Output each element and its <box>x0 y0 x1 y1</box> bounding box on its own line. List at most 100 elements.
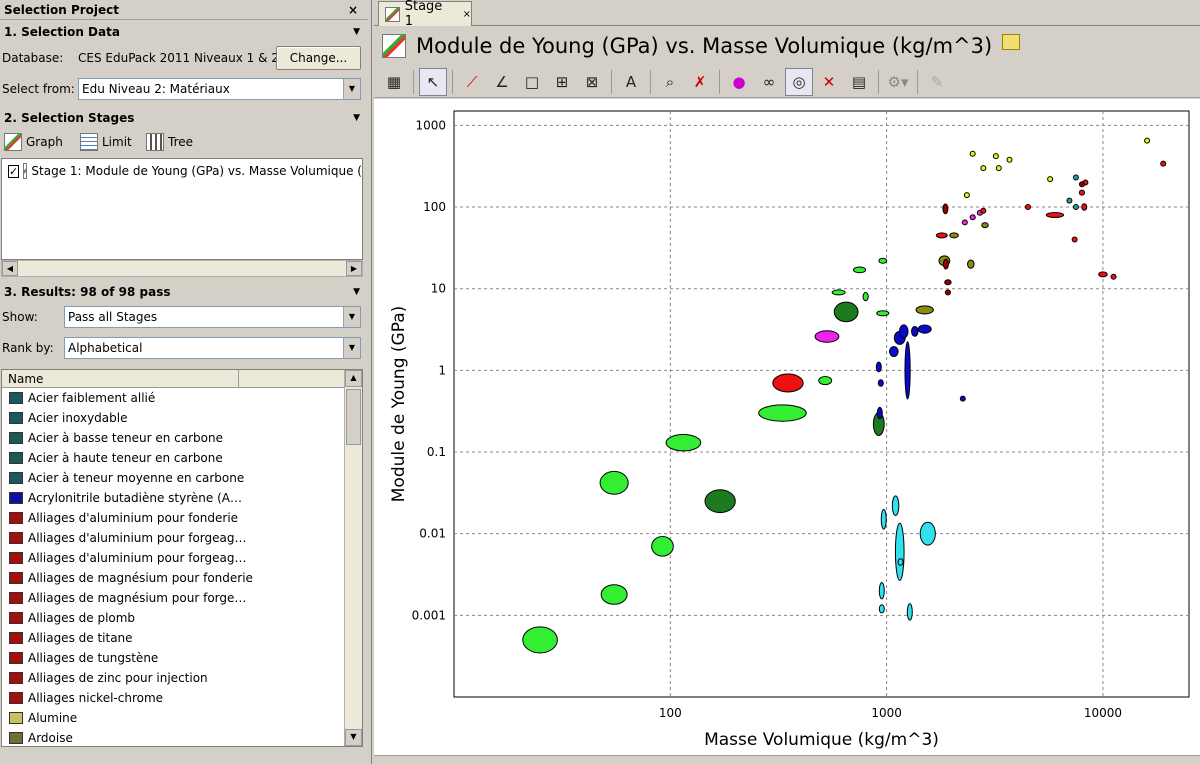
material-bubble[interactable] <box>878 604 885 614</box>
material-bubble[interactable] <box>1072 174 1079 181</box>
region-tool-icon[interactable]: ⊞ <box>548 68 576 96</box>
material-bubble[interactable] <box>1072 204 1079 211</box>
material-bubble[interactable] <box>877 379 884 387</box>
list-item[interactable]: Alliages nickel-chrome <box>2 688 342 708</box>
chevron-down-icon[interactable]: ▼ <box>343 79 360 99</box>
material-bubble[interactable] <box>880 509 887 530</box>
material-bubble[interactable] <box>915 305 934 315</box>
gradient-line-icon[interactable]: ∠ <box>488 68 516 96</box>
tab-stage-1[interactable]: Stage 1 × <box>378 0 472 29</box>
list-item[interactable]: Alliages de magnésium pour forge… <box>2 588 342 608</box>
zoom-reset-icon[interactable]: ✗ <box>686 68 714 96</box>
material-bubble[interactable] <box>758 404 807 422</box>
material-bubble[interactable] <box>875 361 882 373</box>
material-bubble[interactable] <box>772 373 804 393</box>
material-bubble[interactable] <box>949 232 959 239</box>
line-tool-icon[interactable]: ⟋ <box>458 68 486 96</box>
list-item[interactable]: Alliages de magnésium pour fonderie <box>2 568 342 588</box>
material-bubble[interactable] <box>906 603 913 621</box>
chevron-down-icon[interactable]: ▼ <box>343 338 360 358</box>
material-bubble[interactable] <box>911 325 919 337</box>
material-bubble[interactable] <box>1144 137 1151 144</box>
show-dropdown[interactable]: Pass all Stages ▼ <box>64 306 361 328</box>
material-bubble[interactable] <box>981 222 989 229</box>
rank-by-dropdown[interactable]: Alphabetical ▼ <box>64 337 361 359</box>
section-results-header[interactable]: 3. Results: 98 of 98 pass ▼ <box>0 282 368 302</box>
label-tool-icon[interactable]: A <box>617 68 645 96</box>
list-item[interactable]: Acier à haute teneur en carbone <box>2 448 342 468</box>
material-bubble[interactable] <box>833 301 859 323</box>
material-bubble[interactable] <box>894 522 905 581</box>
name-column-header[interactable]: Name <box>2 370 362 388</box>
section-selection-stages-header[interactable]: 2. Selection Stages ▼ <box>0 108 368 128</box>
material-bubble[interactable] <box>1160 160 1167 167</box>
material-bubble[interactable] <box>980 207 987 214</box>
material-bubble[interactable] <box>651 536 674 557</box>
material-bubble[interactable] <box>969 150 976 157</box>
material-bubble[interactable] <box>898 324 909 339</box>
edit-title-icon[interactable] <box>1002 34 1021 50</box>
list-item[interactable]: Ardoise <box>2 728 342 746</box>
section-selection-data-header[interactable]: 1. Selection Data ▼ <box>0 22 368 42</box>
stage-list-horizontal-scrollbar[interactable]: ◀ ▶ <box>1 260 363 277</box>
material-bubble[interactable] <box>876 310 890 317</box>
hide-failed-icon[interactable]: ✕ <box>815 68 843 96</box>
material-bubble[interactable] <box>944 289 951 296</box>
zoom-icon[interactable]: ⌕ <box>656 68 684 96</box>
material-bubble[interactable] <box>831 289 846 296</box>
list-item[interactable]: Alliages de plomb <box>2 608 342 628</box>
material-bubble[interactable] <box>1047 176 1054 183</box>
material-bubble[interactable] <box>904 341 911 400</box>
change-database-button[interactable]: Change... <box>276 46 361 70</box>
list-item[interactable]: Alliages d'aluminium pour fonderie <box>2 508 342 528</box>
close-tab-icon[interactable]: × <box>463 9 471 20</box>
color-bubbles-icon[interactable]: ● <box>725 68 753 96</box>
material-bubble[interactable] <box>917 324 932 334</box>
bubble-chart[interactable]: 100 1000 10000 1000 100 10 1 0.1 0.01 0.001 Masse … <box>374 99 1200 755</box>
material-bubble[interactable] <box>1045 211 1065 218</box>
material-bubble[interactable] <box>980 165 987 172</box>
select-pointer-icon[interactable]: ↖ <box>419 67 447 96</box>
list-item[interactable]: Alliages de tungstène <box>2 648 342 668</box>
material-bubble[interactable] <box>704 489 736 514</box>
column-divider[interactable] <box>238 370 239 388</box>
scroll-right-icon[interactable]: ▶ <box>346 261 362 276</box>
envelope-icon[interactable]: ◎ <box>785 67 813 96</box>
material-bubble[interactable] <box>878 582 885 600</box>
material-bubble[interactable] <box>919 521 936 546</box>
material-bubble[interactable] <box>967 259 975 269</box>
material-bubble[interactable] <box>1078 189 1086 196</box>
graph-stage-button[interactable]: Graph <box>4 131 63 153</box>
stage-item[interactable]: ✓ Stage 1: Module de Young (GPa) vs. Mas… <box>8 163 362 179</box>
material-bubble[interactable] <box>1078 181 1085 188</box>
material-bubble[interactable] <box>942 258 949 270</box>
material-bubble[interactable] <box>969 214 976 221</box>
box-tool-icon[interactable]: □ <box>518 68 546 96</box>
list-item[interactable]: Acier à basse teneur en carbone <box>2 428 342 448</box>
chart-properties-icon[interactable]: ▦ <box>380 68 408 96</box>
material-bubble[interactable] <box>600 584 628 605</box>
material-bubble[interactable] <box>1006 156 1013 163</box>
material-bubble[interactable] <box>814 330 840 343</box>
close-panel-button[interactable]: × <box>348 0 358 20</box>
material-bubble[interactable] <box>963 192 970 199</box>
material-bubble[interactable] <box>959 395 966 402</box>
list-item[interactable]: Alliages d'aluminium pour forgeag… <box>2 528 342 548</box>
material-bubble[interactable] <box>818 375 833 386</box>
list-item[interactable]: Alliages de zinc pour injection <box>2 668 342 688</box>
scroll-up-icon[interactable]: ▲ <box>345 370 362 387</box>
material-bubble[interactable] <box>1081 203 1088 211</box>
material-bubble[interactable] <box>853 266 867 274</box>
material-bubble[interactable] <box>1098 271 1108 278</box>
material-bubble[interactable] <box>944 279 952 286</box>
material-bubble[interactable] <box>862 292 869 302</box>
material-bubble[interactable] <box>889 346 899 357</box>
list-item[interactable]: Acier faiblement allié <box>2 388 342 408</box>
list-item[interactable]: Alumine <box>2 708 342 728</box>
results-vertical-scrollbar[interactable]: ▲ ▼ <box>344 370 362 746</box>
select-from-dropdown[interactable]: Edu Niveau 2: Matériaux ▼ <box>78 78 361 100</box>
list-item[interactable]: Alliages d'aluminium pour forgeag… <box>2 548 342 568</box>
material-bubble[interactable] <box>1024 204 1032 211</box>
chart-area[interactable]: 100 1000 10000 1000 100 10 1 0.1 0.01 0.001 Masse … <box>374 99 1200 755</box>
material-bubble[interactable] <box>599 470 629 495</box>
